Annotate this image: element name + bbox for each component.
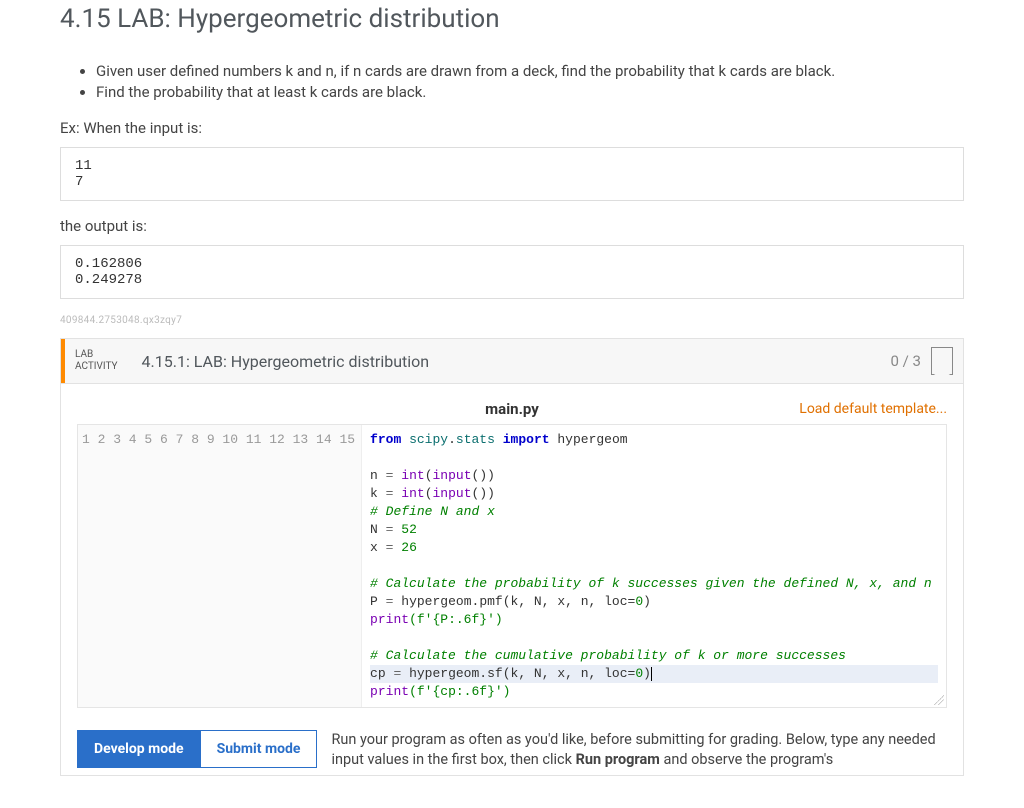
example-output-label: the output is: xyxy=(60,217,964,235)
activity-title: 4.15.1: LAB: Hypergeometric distribution xyxy=(130,339,881,383)
filename-tab[interactable]: main.py xyxy=(485,400,539,418)
lab-activity-tag: LAB ACTIVITY xyxy=(61,339,130,383)
load-default-link[interactable]: Load default template... xyxy=(539,401,947,417)
example-input-label: Ex: When the input is: xyxy=(60,119,964,137)
editor-tabs: main.py Load default template... xyxy=(77,400,947,418)
tag-activity: ACTIVITY xyxy=(75,361,118,373)
score-text: 0 / 3 xyxy=(891,352,922,370)
line-gutter: 1 2 3 4 5 6 7 8 9 10 11 12 13 14 15 xyxy=(78,425,362,707)
section-number: 4.15 xyxy=(60,4,111,34)
code-editor[interactable]: 1 2 3 4 5 6 7 8 9 10 11 12 13 14 15 from… xyxy=(77,424,947,708)
code-body[interactable]: from scipy.stats import hypergeom n = in… xyxy=(362,425,946,707)
mode-buttons: Develop mode Submit mode xyxy=(77,730,317,768)
submit-mode-button[interactable]: Submit mode xyxy=(201,730,318,768)
instr-post: and observe the program's xyxy=(660,751,833,768)
develop-mode-button[interactable]: Develop mode xyxy=(77,730,201,768)
bullet-item: Given user defined numbers k and n, if n… xyxy=(96,62,964,80)
id-stamp: 409844.2753048.qx3zqy7 xyxy=(60,315,964,326)
tag-lab: LAB xyxy=(75,349,118,361)
section-heading: LAB: Hypergeometric distribution xyxy=(117,4,499,34)
instruction-text: Run your program as often as you'd like,… xyxy=(331,730,947,771)
section-title: 4.15 LAB: Hypergeometric distribution xyxy=(60,0,964,34)
bottom-bar: Develop mode Submit mode Run your progra… xyxy=(61,716,963,775)
resize-grip-icon[interactable] xyxy=(934,695,944,705)
example-input-box: 11 7 xyxy=(60,147,964,201)
ribbon-icon xyxy=(931,347,953,375)
bullet-item: Find the probability that at least k car… xyxy=(96,83,964,101)
example-output-box: 0.162806 0.249278 xyxy=(60,245,964,299)
activity-number: 4.15.1: xyxy=(142,352,190,371)
problem-bullets: Given user defined numbers k and n, if n… xyxy=(60,62,964,101)
lab-activity-box: LAB ACTIVITY 4.15.1: LAB: Hypergeometric… xyxy=(60,338,964,776)
instr-bold: Run program xyxy=(576,751,660,768)
score-area: 0 / 3 xyxy=(881,339,964,383)
activity-header: LAB ACTIVITY 4.15.1: LAB: Hypergeometric… xyxy=(61,339,963,384)
activity-name: LAB: Hypergeometric distribution xyxy=(194,352,429,371)
editor-area: main.py Load default template... 1 2 3 4… xyxy=(61,384,963,716)
